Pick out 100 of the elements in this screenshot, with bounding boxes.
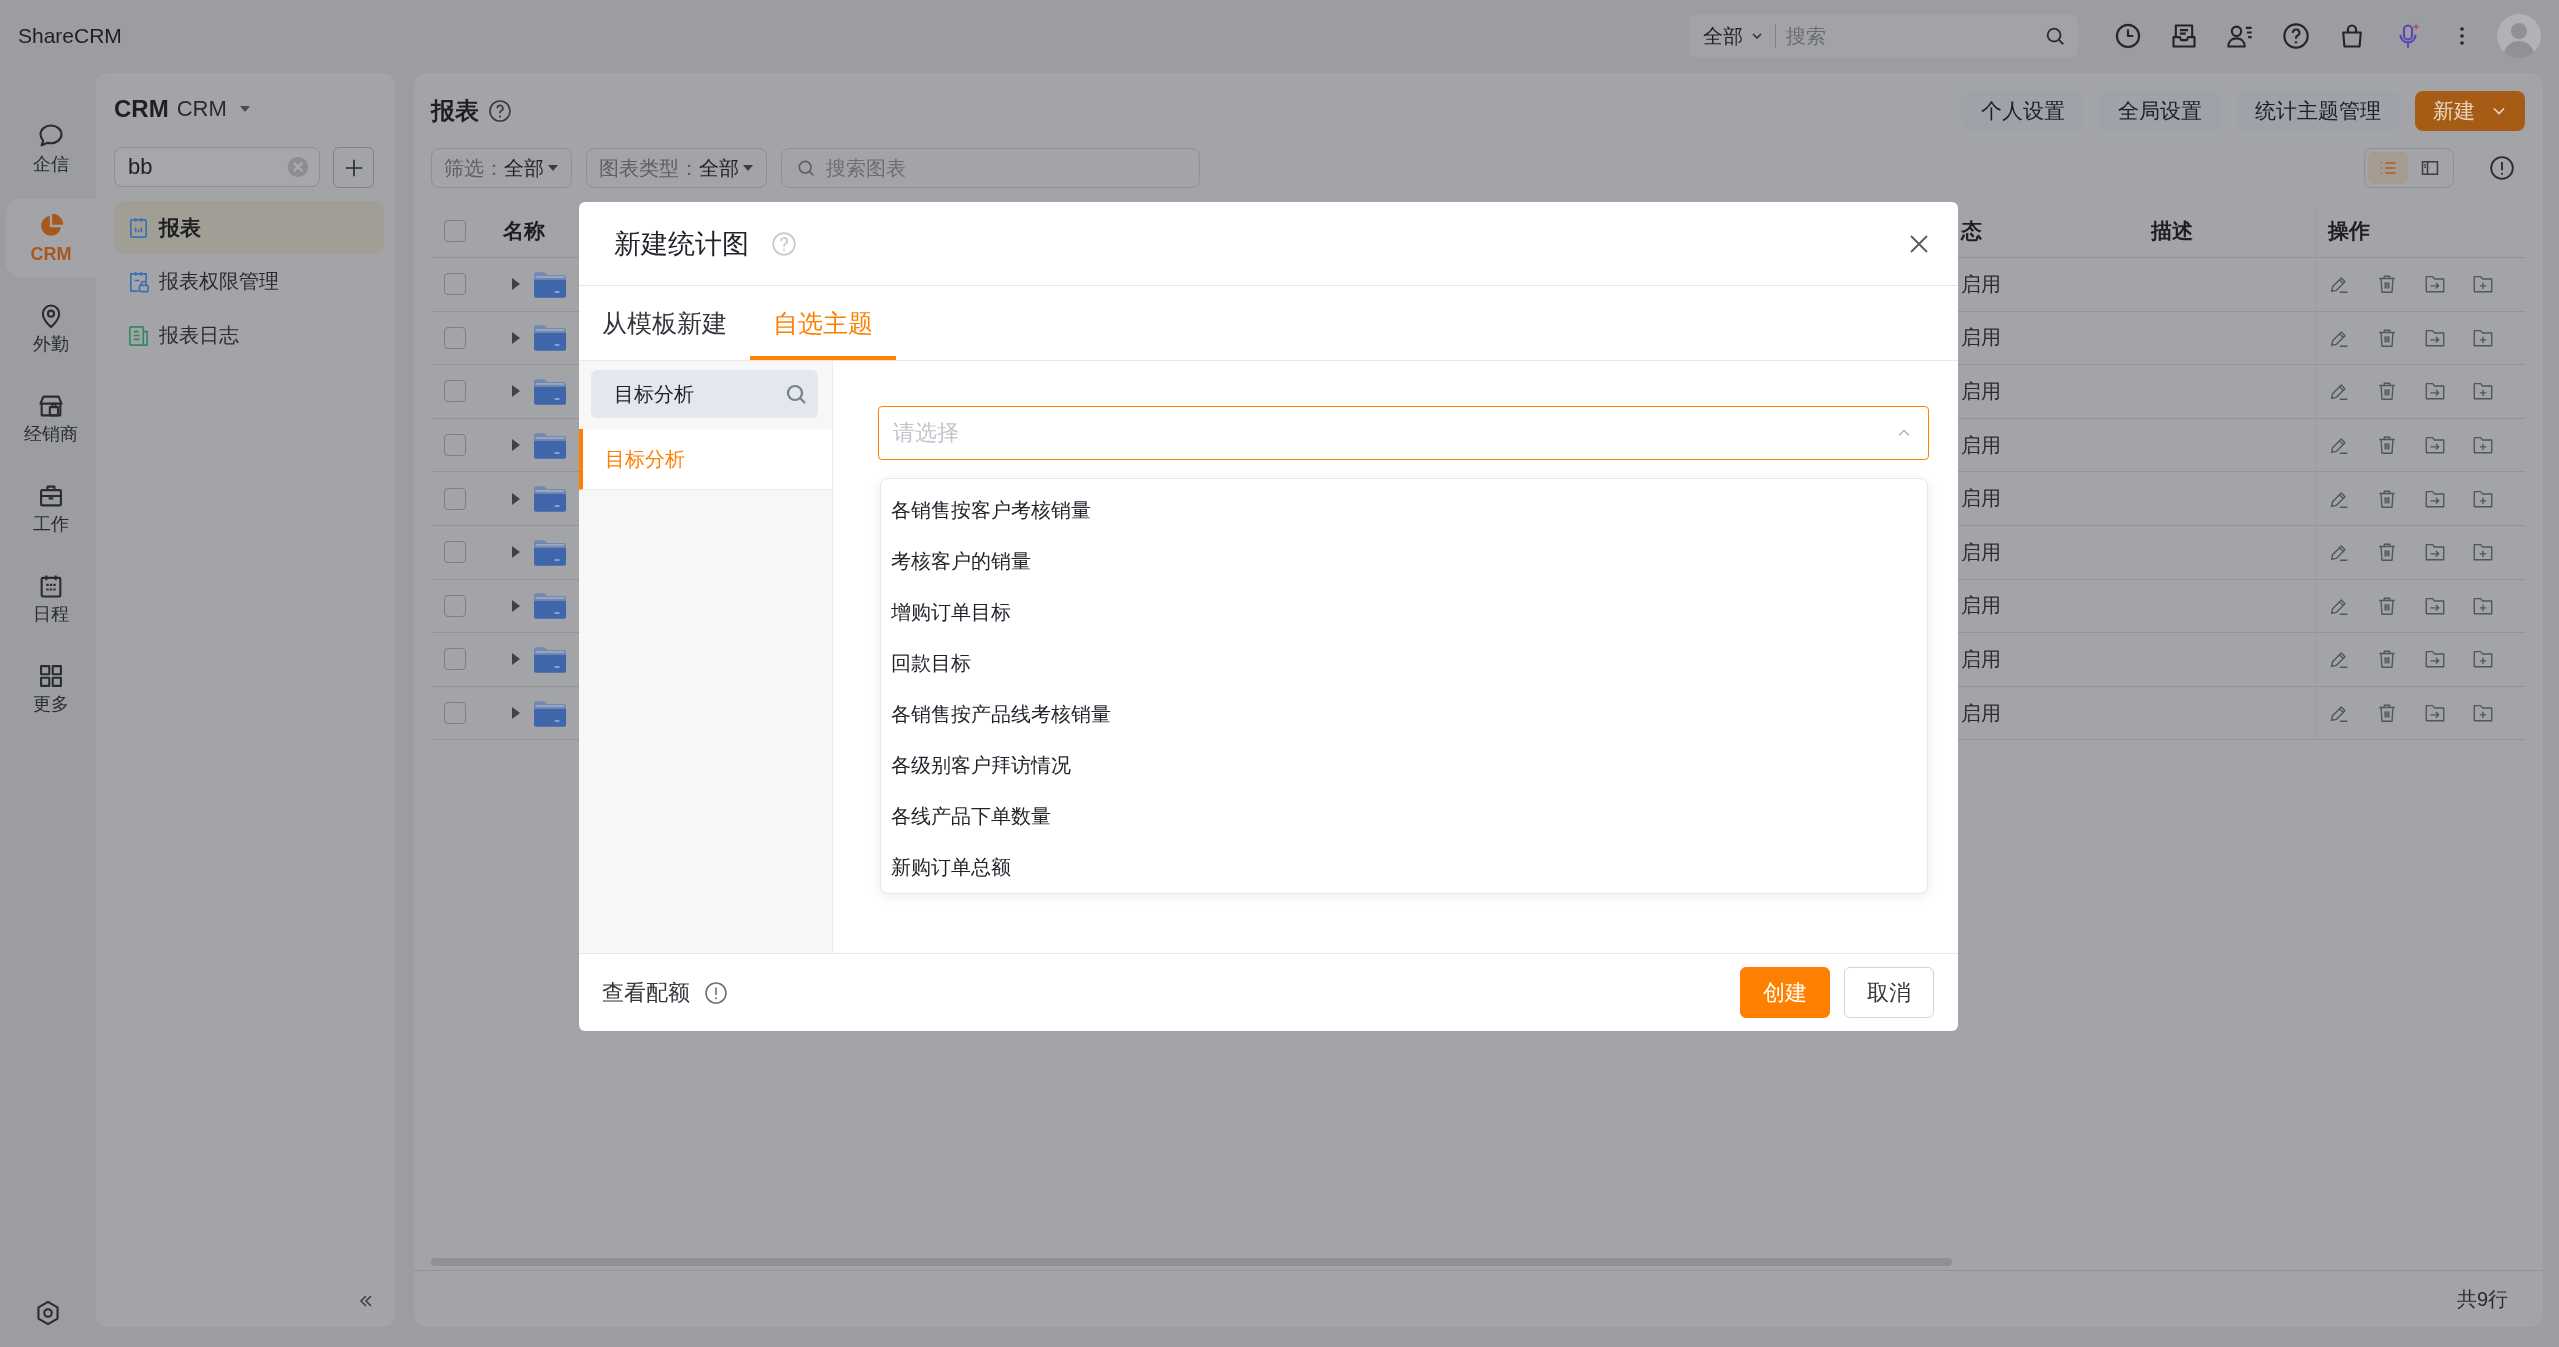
clipboard-chart-icon <box>127 216 150 239</box>
sidebar-layout-icon <box>2420 158 2440 178</box>
nav-item[interactable]: 经销商 <box>6 379 96 457</box>
folder-icon <box>534 538 566 566</box>
checkbox[interactable] <box>444 273 466 296</box>
dropdown-option[interactable]: 考核客户的销量 <box>881 536 1927 587</box>
caret-right-icon[interactable] <box>511 545 521 560</box>
dropdown-option[interactable]: 增购订单目标 <box>881 587 1927 638</box>
dropdown-option[interactable]: 回款目标 <box>881 638 1927 689</box>
page-title: 报表 <box>431 96 479 126</box>
checkbox[interactable] <box>444 702 466 725</box>
settings-icon[interactable] <box>34 1299 62 1327</box>
cancel-button[interactable]: 取消 <box>1844 967 1934 1018</box>
search-field[interactable]: 目标分析 <box>591 370 818 418</box>
trash-icon[interactable] <box>2376 648 2398 671</box>
caret-right-icon[interactable] <box>511 652 521 667</box>
trash-icon[interactable] <box>2376 434 2398 457</box>
dropdown-option[interactable]: 各级别客户拜访情况 <box>881 740 1927 791</box>
checkbox[interactable] <box>444 380 466 403</box>
column-header: 描述 <box>2151 218 2193 244</box>
column-header: 态 <box>1961 218 1982 244</box>
checkbox[interactable] <box>444 594 466 617</box>
folder-icon <box>534 270 566 298</box>
caret-right-icon[interactable] <box>511 598 521 613</box>
dialog-title: 新建统计图 <box>614 227 749 261</box>
checkbox[interactable] <box>444 434 466 457</box>
caret-right-icon[interactable] <box>511 438 521 453</box>
nav-item[interactable]: 企信 <box>6 109 96 187</box>
toolbar-button[interactable]: 统计主题管理 <box>2236 91 2400 131</box>
module-subtitle: CRM <box>176 96 227 122</box>
inbox-icon[interactable] <box>2170 22 2198 50</box>
caret-right-icon[interactable] <box>511 330 521 345</box>
caret-right-icon[interactable] <box>511 384 521 399</box>
caret-down-icon <box>238 105 251 113</box>
info-icon[interactable] <box>2489 155 2515 181</box>
checkbox[interactable] <box>444 648 466 671</box>
status-text: 启用 <box>1961 539 2001 565</box>
checkbox[interactable] <box>444 220 466 242</box>
add-button[interactable] <box>333 147 374 188</box>
nav-item[interactable]: 外勤 <box>6 289 96 367</box>
search-icon <box>796 158 816 178</box>
checkbox[interactable] <box>444 326 466 349</box>
search-icon[interactable] <box>784 382 808 406</box>
filter-dropdown[interactable]: 筛选：全部 <box>431 148 572 188</box>
folder-icon <box>534 699 566 727</box>
sidebar-item[interactable]: 报表日志 <box>114 309 384 362</box>
folder-icon <box>534 378 566 405</box>
nav-item[interactable]: 工作 <box>6 469 96 547</box>
nav-item[interactable]: 日程 <box>6 559 96 637</box>
app-name: ShareCRM <box>18 24 122 48</box>
folder-icon <box>534 485 566 513</box>
status-text: 启用 <box>1961 700 2001 726</box>
trash-icon[interactable] <box>2376 380 2398 403</box>
dropdown-option[interactable]: 各线产品下单数量 <box>881 791 1927 842</box>
folder-icon <box>534 645 566 673</box>
checkbox[interactable] <box>444 541 466 564</box>
help-icon[interactable] <box>2282 22 2310 50</box>
status-text: 启用 <box>1961 593 2001 619</box>
search-field[interactable]: bb <box>114 147 320 187</box>
column-header: 名称 <box>503 218 545 244</box>
quota-link[interactable]: 查看配额 <box>602 977 690 1008</box>
toolbar-button[interactable]: 个人设置 <box>1962 91 2084 131</box>
status-text: 启用 <box>1961 486 2001 512</box>
dropdown-option[interactable]: 各销售按客户考核销量 <box>881 485 1927 536</box>
caret-right-icon[interactable] <box>511 491 521 506</box>
checkbox[interactable] <box>444 487 466 510</box>
scope-dropdown[interactable]: 全部 <box>1703 22 1765 50</box>
status-text: 启用 <box>1961 379 2001 404</box>
document-list-icon <box>127 324 150 347</box>
folder-icon <box>534 431 566 459</box>
caret-right-icon[interactable] <box>511 277 521 292</box>
status-text: 启用 <box>1961 325 2001 351</box>
caret-down-icon <box>742 164 754 172</box>
trash-icon[interactable] <box>2376 702 2398 725</box>
filter-dropdown[interactable]: 图表类型：全部 <box>586 148 767 188</box>
row-count: 共9行 <box>2456 1286 2508 1312</box>
caret-down-icon <box>547 164 559 172</box>
tab[interactable]: 从模板新建 <box>579 286 750 360</box>
sidebar-item[interactable]: 报表权限管理 <box>114 255 384 308</box>
search-icon[interactable] <box>2044 25 2066 47</box>
clock-icon[interactable] <box>2114 22 2142 50</box>
nav-item[interactable]: 更多 <box>6 649 96 727</box>
info-icon[interactable] <box>704 980 728 1005</box>
status-text: 启用 <box>1961 432 2001 458</box>
sidebar-item[interactable]: 报表 <box>114 201 384 254</box>
new-button[interactable]: 新建 <box>2415 91 2525 131</box>
clipboard-lock-icon <box>127 270 150 293</box>
module-title: CRM <box>114 95 169 123</box>
status-text: 启用 <box>1961 271 2001 297</box>
help-icon[interactable] <box>488 99 512 123</box>
status-text: 启用 <box>1961 646 2001 672</box>
folder-icon <box>534 324 566 352</box>
dropdown-option[interactable]: 新购订单总额 <box>881 842 1927 893</box>
caret-right-icon[interactable] <box>511 706 521 721</box>
trash-icon[interactable] <box>2376 541 2398 564</box>
dropdown-option[interactable]: 各销售按产品线考核销量 <box>881 689 1927 740</box>
column-header: 操作 <box>2328 218 2370 244</box>
toolbar-button[interactable]: 全局设置 <box>2099 91 2221 131</box>
folder-icon <box>534 592 566 620</box>
trash-icon[interactable] <box>2376 273 2398 296</box>
